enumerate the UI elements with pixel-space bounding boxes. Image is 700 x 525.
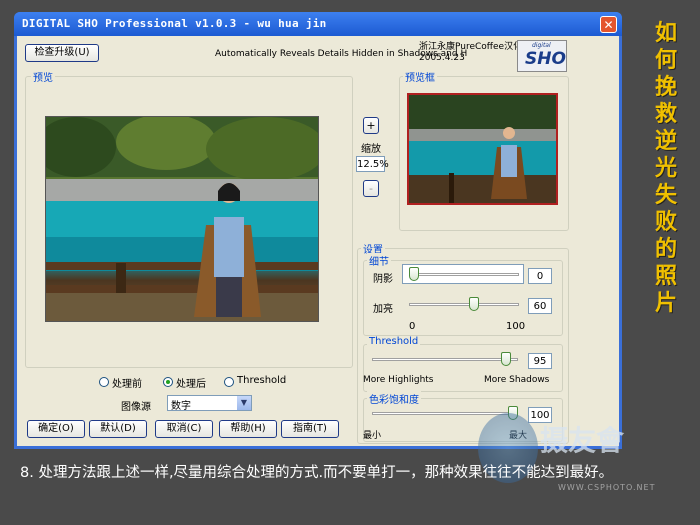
side-title-char: 何	[654, 47, 677, 73]
radio-threshold[interactable]	[224, 377, 234, 387]
detail-label: 细节	[367, 253, 391, 268]
chevron-down-icon[interactable]: ▼	[237, 396, 251, 410]
default-button[interactable]: 默认(D)	[89, 420, 147, 438]
ok-button[interactable]: 确定(O)	[27, 420, 85, 438]
radio-after-label[interactable]: 处理后	[176, 375, 206, 390]
shadow-label: 阴影	[373, 274, 393, 285]
side-title: 如 何 挽 救 逆 光 失 败 的 照 片	[641, 20, 691, 317]
side-title-char: 败	[654, 209, 677, 235]
main-preview-image[interactable]	[45, 116, 319, 322]
guide-button[interactable]: 指南(T)	[281, 420, 339, 438]
caption: 8. 处理方法跟上述一样,尽量用综合处理的方式.而不要单打一，那种效果往往不能达…	[20, 465, 614, 481]
shadow-slider-thumb[interactable]	[409, 267, 419, 281]
zoom-out-button[interactable]: -	[363, 180, 379, 197]
shadow-slider-track[interactable]	[409, 273, 519, 276]
radio-before[interactable]	[99, 377, 109, 387]
radio-threshold-label[interactable]: Threshold	[237, 375, 286, 386]
zoom-value: 12.5%	[356, 156, 389, 172]
watermark-text: 摄友會	[540, 424, 625, 457]
credit-line-2: 2005.4.23	[419, 53, 465, 63]
title-bar[interactable]: DIGITAL SHO Professional v1.0.3 - wu hua…	[14, 12, 622, 36]
threshold-left-label: More Highlights	[363, 375, 434, 385]
highlight-label: 加亮	[373, 304, 393, 315]
highlight-value[interactable]: 60	[528, 298, 552, 314]
sho-logo: digital SHO	[517, 40, 567, 72]
threshold-group-label: Threshold	[367, 336, 421, 347]
threshold-value[interactable]: 95	[528, 353, 552, 369]
highlight-slider-thumb[interactable]	[469, 297, 479, 311]
help-button[interactable]: 帮助(H)	[219, 420, 277, 438]
radio-after[interactable]	[163, 377, 173, 387]
image-source-value: 数字	[171, 401, 191, 412]
side-title-char: 的	[654, 236, 677, 262]
credit-text: 浙江永康PureCoffee汉化 2005.4.23	[419, 42, 522, 64]
side-title-char: 照	[654, 263, 677, 289]
radio-before-label[interactable]: 处理前	[112, 375, 142, 390]
side-title-char: 片	[654, 290, 677, 316]
watermark: 摄友會 WWW.CSPHOTO.NET	[478, 413, 683, 499]
side-title-char: 如	[654, 20, 677, 46]
preview-frame-label: 预览框	[403, 69, 437, 84]
image-source-label: 图像源	[121, 402, 151, 413]
window-title: DIGITAL SHO Professional v1.0.3 - wu hua…	[22, 17, 327, 30]
zoom-label: 缩放	[361, 144, 381, 155]
detail-max-label: 100	[506, 321, 526, 332]
side-title-char: 挽	[654, 74, 677, 100]
threshold-slider-track[interactable]	[372, 358, 518, 361]
logo-big-text: SHO	[525, 49, 566, 69]
navigator-photo	[409, 95, 556, 203]
side-title-char: 逆	[654, 128, 677, 154]
main-preview-photo	[46, 117, 318, 321]
saturation-label: 色彩饱和度	[367, 391, 421, 406]
side-title-char: 失	[654, 182, 677, 208]
side-title-char: 救	[654, 101, 677, 127]
close-button[interactable]: ✕	[600, 16, 617, 33]
navigator-thumbnail[interactable]	[407, 93, 558, 205]
threshold-slider-thumb[interactable]	[501, 352, 512, 366]
shadow-value[interactable]: 0	[528, 268, 552, 284]
watermark-url: WWW.CSPHOTO.NET	[558, 483, 656, 492]
saturation-min-label: 最小	[363, 431, 382, 441]
highlight-slider-track[interactable]	[409, 303, 519, 306]
dialog-client: 检查升级(U) Automatically Reveals Details Hi…	[17, 36, 619, 446]
threshold-right-label: More Shadows	[484, 375, 550, 385]
side-title-char: 光	[654, 155, 677, 181]
app-window: DIGITAL SHO Professional v1.0.3 - wu hua…	[14, 12, 622, 449]
zoom-in-button[interactable]: +	[363, 117, 379, 134]
credit-line-1: 浙江永康PureCoffee汉化	[419, 42, 523, 52]
preview-label: 预览	[31, 69, 55, 84]
check-upgrade-button[interactable]: 检查升级(U)	[25, 44, 99, 62]
cancel-button[interactable]: 取消(C)	[155, 420, 213, 438]
image-source-select[interactable]: 数字 ▼	[167, 395, 252, 412]
logo-small-text: digital	[532, 42, 551, 49]
detail-min-label: 0	[409, 321, 416, 332]
